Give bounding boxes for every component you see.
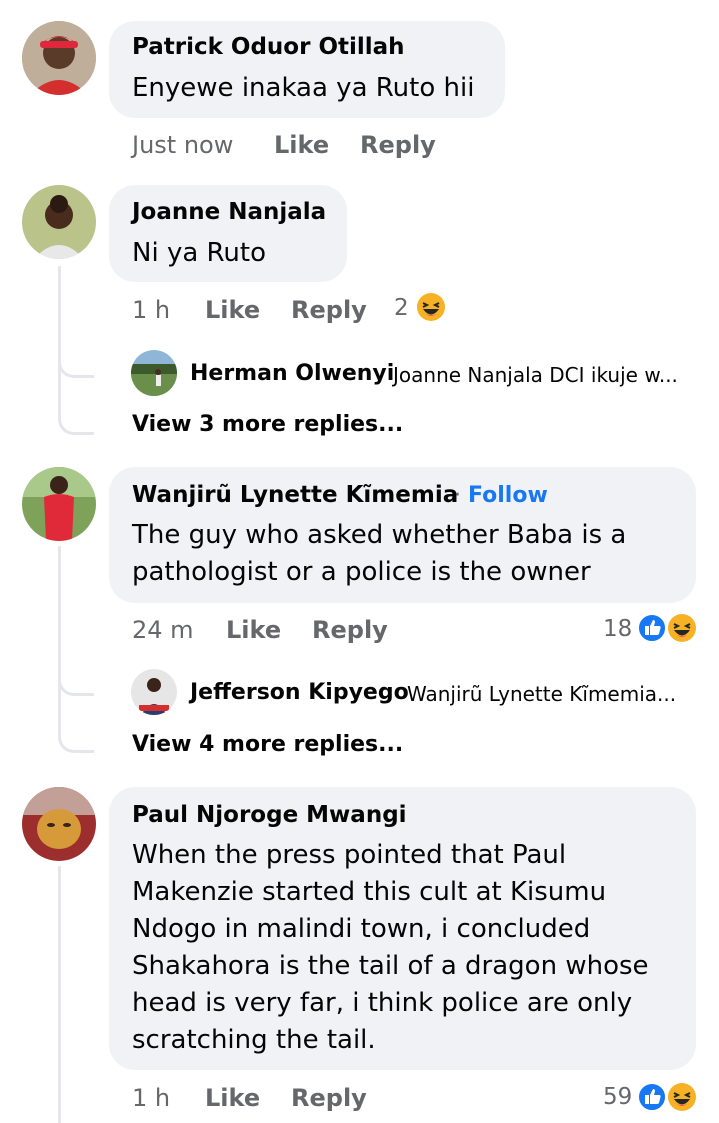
comment-author[interactable]: Patrick Oduor Otillah	[132, 34, 405, 60]
comment-text: Ndogo in malindi town, i concluded	[132, 914, 591, 944]
like-button[interactable]: Like	[274, 131, 329, 159]
thread-line	[58, 695, 61, 735]
reaction-count[interactable]: 2	[394, 295, 409, 321]
comment-author[interactable]: Paul Njoroge Mwangi	[132, 802, 407, 828]
avatar-wanjiru[interactable]	[22, 467, 96, 541]
follow-separator: ·	[454, 483, 461, 508]
reply-button[interactable]: Reply	[312, 616, 388, 644]
reaction-count[interactable]: 18	[603, 616, 632, 642]
thread-connector	[58, 415, 94, 435]
comment-text: pathologist or a police is the owner	[132, 557, 591, 587]
comment-text: Ni ya Ruto	[132, 238, 266, 268]
thread-connector	[58, 676, 94, 696]
avatar-paul[interactable]	[22, 787, 96, 861]
comment-time[interactable]: 1 h	[132, 296, 170, 324]
haha-reaction-icon[interactable]	[667, 1082, 697, 1112]
comment-text: When the press pointed that Paul	[132, 840, 567, 870]
view-more-replies[interactable]: View 3 more replies...	[132, 412, 403, 437]
follow-button[interactable]: Follow	[468, 483, 548, 508]
comment-text: Shakahora is the tail of a dragon whose	[132, 951, 649, 981]
like-button[interactable]: Like	[205, 296, 260, 324]
like-button[interactable]: Like	[226, 616, 281, 644]
haha-reaction-icon[interactable]	[667, 613, 697, 643]
thread-line	[58, 866, 61, 1123]
reply-button[interactable]: Reply	[291, 1084, 367, 1112]
like-button[interactable]: Like	[205, 1084, 260, 1112]
thread-line	[58, 376, 61, 416]
comment-text: scratching the tail.	[132, 1025, 376, 1055]
comment-text: The guy who asked whether Baba is a	[132, 520, 627, 550]
like-reaction-icon[interactable]	[637, 613, 667, 643]
comment-time[interactable]: 24 m	[132, 616, 194, 644]
reply-author[interactable]: Jefferson Kipyego	[190, 680, 409, 705]
thread-connector	[58, 358, 94, 378]
reply-preview-text[interactable]: Joanne Nanjala DCI ikuje w...	[393, 363, 678, 387]
thread-line	[58, 546, 61, 696]
avatar-herman[interactable]	[131, 350, 177, 396]
thread-connector	[58, 733, 94, 753]
comment-author[interactable]: Wanjirũ Lynette Kĩmemia	[132, 482, 458, 508]
comment-author[interactable]: Joanne Nanjala	[132, 199, 326, 225]
comment-time[interactable]: 1 h	[132, 1084, 170, 1112]
reply-button[interactable]: Reply	[360, 131, 436, 159]
reaction-count[interactable]: 59	[603, 1084, 632, 1110]
reply-preview-text[interactable]: Wanjirũ Lynette Kĩmemia...	[407, 682, 676, 706]
comment-text: head is very far, i think police are onl…	[132, 988, 633, 1018]
haha-reaction-icon[interactable]	[416, 292, 446, 322]
like-reaction-icon[interactable]	[637, 1082, 667, 1112]
reply-button[interactable]: Reply	[291, 296, 367, 324]
avatar-patrick[interactable]	[22, 21, 96, 95]
comment-text: Enyewe inakaa ya Ruto hii	[132, 73, 475, 103]
avatar-jefferson[interactable]	[131, 669, 177, 715]
view-more-replies[interactable]: View 4 more replies...	[132, 732, 403, 757]
comment-text: Makenzie started this cult at Kisumu	[132, 877, 607, 907]
reply-author[interactable]: Herman Olwenyi	[190, 361, 394, 386]
avatar-joanne[interactable]	[22, 185, 96, 259]
comment-time[interactable]: Just now	[132, 131, 233, 159]
